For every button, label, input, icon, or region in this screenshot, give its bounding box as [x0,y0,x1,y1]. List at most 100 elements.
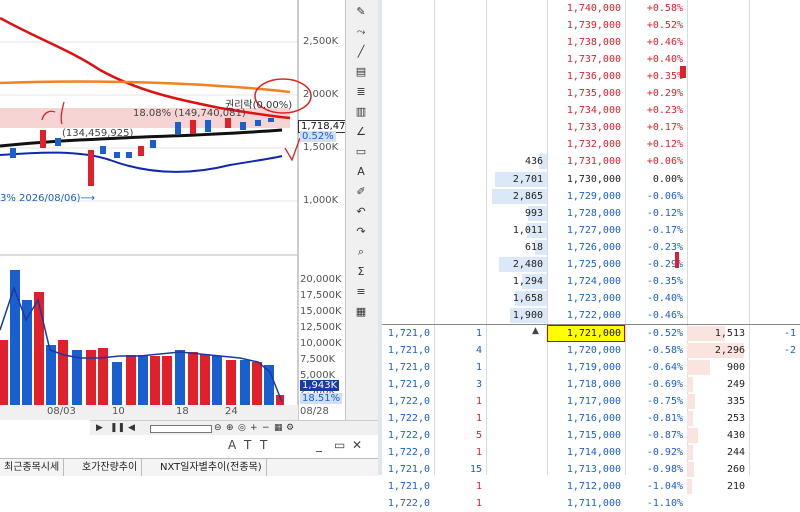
orderbook-sell-row[interactable]: 1,739,000 +0.52% [382,17,800,34]
bid-change [749,444,800,461]
channel-icon[interactable]: ▤ [351,64,371,80]
redo-icon[interactable]: ↷ [351,224,371,240]
orderbook-sell-row[interactable]: 1,658 1,723,000 -0.40% [382,290,800,307]
trade-qty: 5 [475,430,482,442]
orderbook-buy-row[interactable]: 1,722,0 1 1,717,000 -0.75% 335 [382,393,800,410]
bid-pct: -0.98% [646,464,683,476]
tab-recent-quotes[interactable]: 최근종목시세 [0,459,65,476]
line-icon[interactable]: ╱ [351,44,371,60]
mini-candle-up [680,66,686,78]
reset-icon[interactable]: ◎ [238,421,246,435]
scroll-slider[interactable] [150,425,212,433]
orderbook-sell-row[interactable]: 1,733,000 +0.17% [382,119,800,136]
grid-icon[interactable]: ▦ [274,421,283,435]
bid-price: 1,713,000 [566,464,621,476]
bid-pct: -0.75% [646,396,683,408]
orderbook-buy-row[interactable]: 1,721,0 3 1,718,000 -0.69% 249 [382,376,800,393]
scroll-up-icon[interactable]: ▲ [532,326,539,336]
orderbook-sell-row[interactable]: 2,701 1,730,000 0.00% [382,171,800,188]
undo-icon[interactable]: ↶ [351,204,371,220]
bid-price: 1,714,000 [566,447,621,459]
ask-pct: +0.58% [646,3,683,14]
ask-qty [486,17,547,34]
zoom-in-icon[interactable]: ⊕ [226,421,234,435]
magnify-icon[interactable]: ⌕ [351,244,371,260]
prev-icon[interactable]: ◀ [128,421,135,435]
sigma-icon[interactable]: Σ [351,264,371,280]
pause-icon[interactable]: ❚❚ [110,421,125,435]
pointer-icon[interactable]: ⤳ [351,24,371,40]
maximize-icon[interactable]: ▭ [334,438,345,452]
table-icon[interactable]: ▦ [351,304,371,320]
settings-icon[interactable]: ⚙ [286,421,294,435]
vol-label: 20,000K [300,274,342,285]
orderbook-sell-row[interactable]: 1,294 1,724,000 -0.35% [382,273,800,290]
orderbook-sell-row[interactable]: 1,734,000 +0.23% [382,102,800,119]
orderbook-buy-row[interactable]: 1,721,0 4 1,720,000 -0.58% 2,296 -2 [382,342,800,359]
vol-label: 17,500K [300,290,342,301]
ask-qty: 1,900 [512,309,543,321]
orderbook-buy-row[interactable]: 1,722,0 1 1,714,000 -0.92% 244 [382,444,800,461]
trade-price: 1,721,0 [387,327,430,339]
pattern-icon[interactable]: ▥ [351,104,371,120]
ask-qty: 2,480 [512,258,543,270]
box-icon[interactable]: ▭ [351,144,371,160]
orderbook-sell-row[interactable]: 1,900 1,722,000 -0.46% [382,307,800,324]
bid-change [749,461,800,478]
pen-icon[interactable]: ✎ [351,4,371,20]
tab-orderbook-trend[interactable]: 호가잔량추이 [78,459,143,476]
ask-price: 1,730,000 [566,173,621,185]
trade-qty: 3 [475,379,482,391]
orderbook-buy-row[interactable]: 1,721,0 1 1,719,000 -0.64% 900 [382,359,800,376]
pin-icon[interactable]: T [260,438,267,452]
orderbook-buy-row[interactable]: 1,721,0 15 1,713,000 -0.98% 260 [382,461,800,478]
bid-qty: 260 [726,464,745,476]
edit-icon[interactable]: ✐ [351,184,371,200]
play-icon[interactable]: ▶ [96,421,103,435]
tab-nxt-daily[interactable]: NXT일자별추이(전종목) [156,459,267,476]
text-icon[interactable]: A [351,164,371,180]
ask-price: 1,727,000 [566,224,621,236]
plus-icon[interactable]: + [250,421,258,435]
angle-icon[interactable]: ∠ [351,124,371,140]
band-label: 18.08% (149,740,081) [133,108,246,119]
orderbook-sell-row[interactable]: 1,736,000 +0.35% [382,68,800,85]
orderbook-sell-row[interactable]: 1,735,000 +0.29% [382,85,800,102]
trade-qty: 4 [475,345,482,356]
bid-pct: -0.58% [646,345,683,356]
orderbook-buy-row[interactable]: 1,722,0 5 1,715,000 -0.87% 430 [382,427,800,444]
ask-price: 1,733,000 [566,122,621,134]
orderbook-sell-row[interactable]: 618 1,726,000 -0.23% [382,239,800,256]
bid-qty: 335 [726,396,745,408]
orderbook-buy-row[interactable]: 1,722,0 1 1,716,000 -0.81% 253 [382,410,800,427]
x-label: 08/03 [47,406,76,417]
fib-icon[interactable]: ≣ [351,84,371,100]
pct-tag: 0.52% [300,131,336,142]
orderbook-sell-row[interactable]: 2,865 1,729,000 -0.06% [382,188,800,205]
orderbook-sell-row[interactable]: 1,011 1,727,000 -0.17% [382,222,800,239]
orderbook-buy-row[interactable]: 1,722,0 1 1,711,000 -1.10% [382,495,800,512]
list-icon[interactable]: ≡ [351,284,371,300]
orderbook-sell-row[interactable]: 1,740,000 +0.58% [382,0,800,17]
volume-bars [0,270,284,405]
orderbook-sell-row[interactable]: 2,480 1,725,000 -0.29% [382,256,800,273]
chart-nav-bar[interactable]: ▶ ❚❚ ◀ ⊖ ⊕ ◎ + − ▦ ⚙ [90,420,378,435]
orderbook-buy-row[interactable]: 1,721,0 1 1,721,000 -0.52% 1,513 -1 [382,324,800,342]
font-a-icon[interactable]: A [228,438,236,452]
orderbook-sell-row[interactable]: 993 1,728,000 -0.12% [382,205,800,222]
bid-change [749,478,800,495]
orderbook-sell-row[interactable]: 436 1,731,000 +0.06% [382,153,800,170]
orderbook-sell-row[interactable]: 1,732,000 +0.12% [382,136,800,153]
zoom-out-icon[interactable]: ⊖ [214,421,222,435]
orderbook-sell-row[interactable]: 1,738,000 +0.46% [382,34,800,51]
orderbook-buy-row[interactable]: 1,721,0 1 1,712,000 -1.04% 210 [382,478,800,495]
orderbook-sell-row[interactable]: 1,737,000 +0.40% [382,51,800,68]
ask-pct: +0.29% [646,88,683,100]
font-t-icon[interactable]: T [244,438,251,452]
minimize-icon[interactable]: _ [316,438,322,452]
price-chart[interactable]: 2,500K 2,000K 1,500K 1,000K 20,000K 17,5… [0,0,355,420]
ask-price: 1,739,000 [566,20,621,32]
ask-pct: +0.35% [646,71,683,83]
close-icon[interactable]: ✕ [352,438,362,452]
minus-icon[interactable]: − [262,421,270,435]
